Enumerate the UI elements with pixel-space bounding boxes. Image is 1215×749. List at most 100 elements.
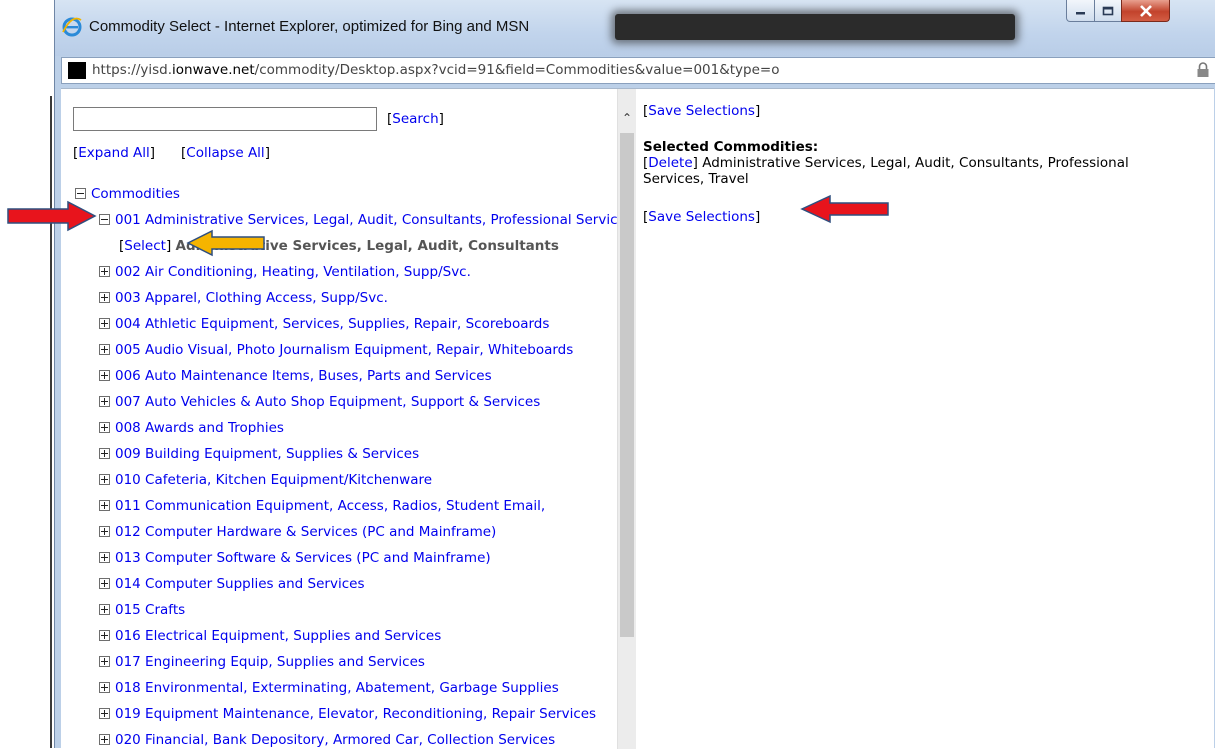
tree-node-label[interactable]: 004 Athletic Equipment, Services, Suppli… <box>115 316 549 332</box>
expand-toggle-icon[interactable] <box>99 551 110 563</box>
tree-node-label[interactable]: 001 Administrative Services, Legal, Audi… <box>115 212 617 228</box>
tree-node-label[interactable]: 012 Computer Hardware & Services (PC and… <box>115 524 496 540</box>
expand-toggle-icon[interactable] <box>99 525 110 537</box>
tree-node-label[interactable]: 003 Apparel, Clothing Access, Supp/Svc. <box>115 290 388 306</box>
tree-node-label[interactable]: 006 Auto Maintenance Items, Buses, Parts… <box>115 368 492 384</box>
expand-toggle-icon[interactable] <box>99 421 110 433</box>
tree-node-label[interactable]: 002 Air Conditioning, Heating, Ventilati… <box>115 264 471 280</box>
tree-node[interactable]: 007 Auto Vehicles & Auto Shop Equipment,… <box>99 394 540 410</box>
save-selections-top-link[interactable]: Save Selections <box>648 103 755 119</box>
site-favicon-icon <box>68 62 86 79</box>
expand-toggle-icon[interactable] <box>99 447 110 459</box>
tree-node-label[interactable]: 011 Communication Equipment, Access, Rad… <box>115 498 545 514</box>
tree-node[interactable]: 014 Computer Supplies and Services <box>99 576 364 592</box>
minimize-icon <box>1075 11 1085 14</box>
tree-node-label[interactable]: 015 Crafts <box>115 602 185 618</box>
red-arrow-right-icon <box>7 200 97 232</box>
selections-pane: [Save Selections] Selected Commodities: … <box>641 89 1211 749</box>
expand-toggle-icon[interactable] <box>99 395 110 407</box>
background-edge <box>50 96 52 748</box>
tree-node[interactable]: 003 Apparel, Clothing Access, Supp/Svc. <box>99 290 388 306</box>
tree-node[interactable]: 013 Computer Software & Services (PC and… <box>99 550 491 566</box>
expand-all-link[interactable]: Expand All <box>78 145 150 161</box>
expand-toggle-icon[interactable] <box>99 603 110 615</box>
close-button[interactable] <box>1121 0 1170 22</box>
expand-toggle-icon[interactable] <box>99 369 110 381</box>
minimize-button[interactable] <box>1066 0 1095 22</box>
delete-link[interactable]: Delete <box>648 155 692 171</box>
scrollbar-thumb[interactable] <box>620 133 634 637</box>
save-selections-bottom-link[interactable]: Save Selections <box>648 209 755 225</box>
url-text[interactable]: https://yisd.ionwave.net/commodity/Deskt… <box>92 62 779 78</box>
select-row: [Select] Administrative Services, Legal,… <box>119 238 559 254</box>
expand-toggle-icon[interactable] <box>99 629 110 641</box>
tree-node-label[interactable]: 008 Awards and Trophies <box>115 420 284 436</box>
search-link-wrap[interactable]: [Search] <box>387 111 444 127</box>
collapse-toggle-icon[interactable] <box>75 187 86 199</box>
expand-toggle-icon[interactable] <box>99 291 110 303</box>
collapse-toggle-icon[interactable] <box>99 213 110 225</box>
address-bar[interactable]: https://yisd.ionwave.net/commodity/Deskt… <box>61 57 1215 84</box>
tree-node-label[interactable]: 007 Auto Vehicles & Auto Shop Equipment,… <box>115 394 540 410</box>
selected-item-line1: Administrative Services, Legal, Audit, C… <box>702 155 1129 171</box>
expand-toggle-icon[interactable] <box>99 655 110 667</box>
tree-node[interactable]: 017 Engineering Equip, Supplies and Serv… <box>99 654 425 670</box>
tree-node-label[interactable]: 020 Financial, Bank Depository, Armored … <box>115 732 555 748</box>
scroll-up-icon[interactable]: ⌃ <box>618 111 636 127</box>
tree-node-label[interactable]: 009 Building Equipment, Supplies & Servi… <box>115 446 419 462</box>
commodity-tree-pane: [Search] [Expand All] [Collapse All] Com… <box>61 89 617 749</box>
vertical-scrollbar[interactable]: ⌃ <box>617 89 636 749</box>
tree-node-label[interactable]: 016 Electrical Equipment, Supplies and S… <box>115 628 441 644</box>
expand-toggle-icon[interactable] <box>99 265 110 277</box>
tree-node[interactable]: 008 Awards and Trophies <box>99 420 284 436</box>
url-prefix: https://yisd. <box>92 62 173 78</box>
collapse-all-link[interactable]: Collapse All <box>186 145 264 161</box>
internet-explorer-icon <box>62 17 82 37</box>
expand-toggle-icon[interactable] <box>99 577 110 589</box>
tree-node-label[interactable]: 010 Cafeteria, Kitchen Equipment/Kitchen… <box>115 472 432 488</box>
expand-toggle-icon[interactable] <box>99 473 110 485</box>
tree-node[interactable]: 006 Auto Maintenance Items, Buses, Parts… <box>99 368 492 384</box>
expand-toggle-icon[interactable] <box>99 499 110 511</box>
tree-node[interactable]: 009 Building Equipment, Supplies & Servi… <box>99 446 419 462</box>
tree-node-label[interactable]: 018 Environmental, Exterminating, Abatem… <box>115 680 559 696</box>
expand-toggle-icon[interactable] <box>99 681 110 693</box>
url-domain: ionwave.net <box>172 62 255 78</box>
tree-node[interactable]: 011 Communication Equipment, Access, Rad… <box>99 498 545 514</box>
tree-node-label[interactable]: 013 Computer Software & Services (PC and… <box>115 550 491 566</box>
tree-node-label[interactable]: 005 Audio Visual, Photo Journalism Equip… <box>115 342 573 358</box>
tree-node[interactable]: 005 Audio Visual, Photo Journalism Equip… <box>99 342 573 358</box>
redacted-area <box>615 14 1015 40</box>
url-path: /commodity/Desktop.aspx?vcid=91&field=Co… <box>254 62 780 78</box>
tree-node[interactable]: 018 Environmental, Exterminating, Abatem… <box>99 680 559 696</box>
orange-arrow-left-icon <box>186 229 265 257</box>
search-link[interactable]: Search <box>392 111 438 127</box>
tree-node[interactable]: 012 Computer Hardware & Services (PC and… <box>99 524 496 540</box>
tree-node[interactable]: 019 Equipment Maintenance, Elevator, Rec… <box>99 706 596 722</box>
save-top-wrap[interactable]: [Save Selections] <box>643 103 760 119</box>
tree-node[interactable]: 004 Athletic Equipment, Services, Suppli… <box>99 316 549 332</box>
tree-node[interactable]: 010 Cafeteria, Kitchen Equipment/Kitchen… <box>99 472 432 488</box>
tree-root-label[interactable]: Commodities <box>91 186 180 202</box>
tree-node[interactable]: 015 Crafts <box>99 602 185 618</box>
tree-node-label[interactable]: 014 Computer Supplies and Services <box>115 576 364 592</box>
expand-toggle-icon[interactable] <box>99 707 110 719</box>
tree-node-label[interactable]: 017 Engineering Equip, Supplies and Serv… <box>115 654 425 670</box>
title-bar[interactable]: Commodity Select - Internet Explorer, op… <box>55 0 1215 84</box>
save-bottom-wrap[interactable]: [Save Selections] <box>643 209 760 225</box>
expand-all-wrap[interactable]: [Expand All] <box>73 145 155 161</box>
tree-node[interactable]: 016 Electrical Equipment, Supplies and S… <box>99 628 441 644</box>
maximize-button[interactable] <box>1094 0 1122 22</box>
tree-node[interactable]: 020 Financial, Bank Depository, Armored … <box>99 732 555 748</box>
expand-toggle-icon[interactable] <box>99 343 110 355</box>
collapse-all-wrap[interactable]: [Collapse All] <box>181 145 270 161</box>
expand-toggle-icon[interactable] <box>99 733 110 745</box>
expand-toggle-icon[interactable] <box>99 317 110 329</box>
tree-node-label[interactable]: 019 Equipment Maintenance, Elevator, Rec… <box>115 706 596 722</box>
background-desktop <box>0 0 56 748</box>
search-input[interactable] <box>73 107 377 131</box>
select-link[interactable]: Select <box>124 238 166 254</box>
tree-node-001[interactable]: 001 Administrative Services, Legal, Audi… <box>99 212 617 228</box>
tree-node[interactable]: 002 Air Conditioning, Heating, Ventilati… <box>99 264 471 280</box>
selected-heading: Selected Commodities: <box>643 139 819 155</box>
